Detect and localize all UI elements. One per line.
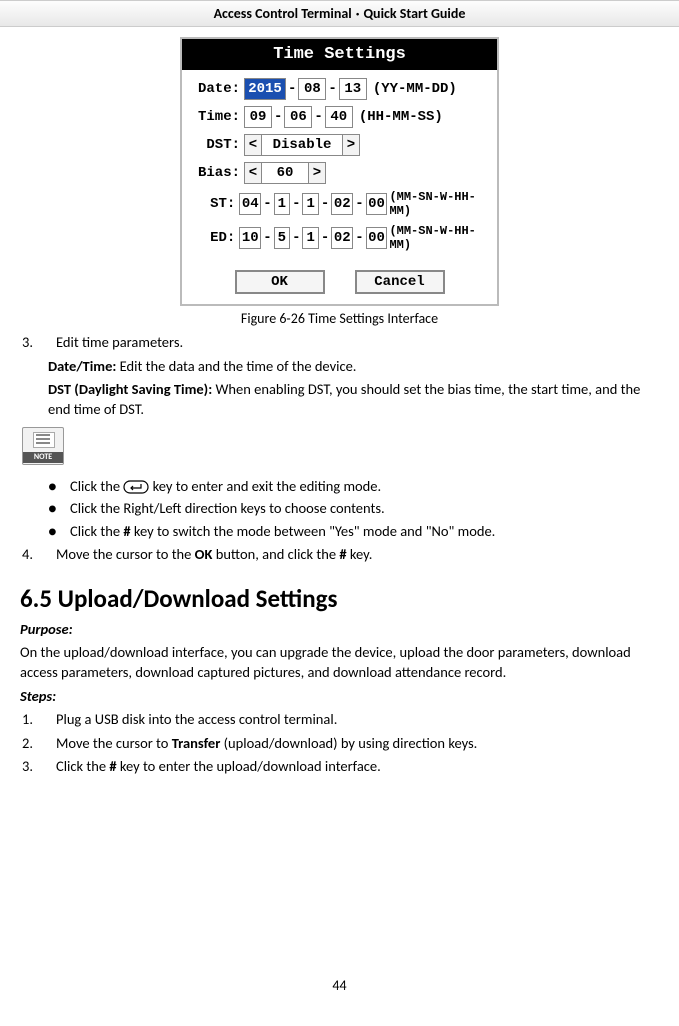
date-row: Date: 2015 - 08 - 13 (YY-MM-DD): [192, 78, 487, 100]
header-sep: ·: [356, 5, 360, 22]
bullet-dot-icon: ●: [48, 522, 70, 542]
date-year-field[interactable]: 2015: [244, 78, 286, 100]
enter-key-icon: [123, 480, 149, 494]
ed-sn[interactable]: 5: [274, 227, 290, 249]
steps-label: Steps:: [20, 687, 659, 707]
time-label: Time:: [192, 109, 240, 125]
time-row: Time: 09 - 06 - 40 (HH-MM-SS): [192, 106, 487, 128]
ed-hh[interactable]: 02: [331, 227, 353, 249]
step-4: 4. Move the cursor to the OK button, and…: [20, 545, 659, 565]
st-format-hint: (MM-SN-W-HH-MM): [389, 190, 487, 218]
st-w[interactable]: 1: [302, 193, 318, 215]
dst-label: DST:: [192, 137, 240, 153]
page-number: 44: [20, 977, 659, 996]
bias-value: 60: [262, 162, 308, 184]
bias-right-button[interactable]: >: [308, 162, 326, 184]
note-icon: NOTE: [22, 427, 64, 465]
step-3-num: 3.: [20, 333, 56, 353]
st-hh[interactable]: 02: [331, 193, 353, 215]
bias-row: Bias: < 60 >: [192, 162, 487, 184]
date-time-desc: Date/Time: Edit the data and the time of…: [48, 357, 659, 377]
time-format-hint: (HH-MM-SS): [359, 109, 443, 125]
section-title: 6.5 Upload/Download Settings: [20, 582, 659, 616]
bullet-3: ● Click the # key to switch the mode bet…: [48, 522, 659, 542]
dst-desc: DST (Daylight Saving Time): When enablin…: [48, 380, 659, 419]
bias-left-button[interactable]: <: [244, 162, 262, 184]
date-month-field[interactable]: 08: [298, 78, 326, 100]
time-hh-field[interactable]: 09: [244, 106, 272, 128]
bullet-2: ● Click the Right/Left direction keys to…: [48, 499, 659, 519]
st-mm[interactable]: 04: [239, 193, 261, 215]
dst-right-button[interactable]: >: [342, 134, 360, 156]
bullet-dot-icon: ●: [48, 477, 70, 497]
step-3: 3. Edit time parameters.: [20, 333, 659, 353]
purpose-text: On the upload/download interface, you ca…: [20, 643, 659, 682]
page-header: Access Control Terminal·Quick Start Guid…: [0, 0, 679, 27]
dst-left-button[interactable]: <: [244, 134, 262, 156]
header-left: Access Control Terminal: [214, 5, 352, 22]
ed-row: ED: 10- 5- 1- 02- 00 (MM-SN-W-HH-MM): [192, 224, 487, 252]
ed-label: ED:: [192, 230, 235, 246]
step-3-text: Edit time parameters.: [56, 333, 183, 353]
cancel-button[interactable]: Cancel: [355, 270, 445, 294]
st-row: ST: 04- 1- 1- 02- 00 (MM-SN-W-HH-MM): [192, 190, 487, 218]
date-label: Date:: [192, 81, 240, 97]
time-settings-panel: Time Settings Date: 2015 - 08 - 13 (YY-M…: [180, 37, 499, 306]
time-mm-field[interactable]: 06: [284, 106, 312, 128]
s1: 1. Plug a USB disk into the access contr…: [20, 710, 659, 730]
figure-caption: Figure 6-26 Time Settings Interface: [20, 310, 659, 327]
dst-row: DST: < Disable >: [192, 134, 487, 156]
ed-mm2[interactable]: 00: [366, 227, 388, 249]
s2: 2. Move the cursor to Transfer (upload/d…: [20, 734, 659, 754]
ed-w[interactable]: 1: [302, 227, 318, 249]
st-mm2[interactable]: 00: [366, 193, 388, 215]
bullet-1: ● Click the key to enter and exit the ed…: [48, 477, 659, 497]
header-right: Quick Start Guide: [363, 5, 465, 22]
panel-title: Time Settings: [182, 39, 497, 70]
dst-value: Disable: [262, 134, 342, 156]
date-day-field[interactable]: 13: [339, 78, 367, 100]
s3: 3. Click the # key to enter the upload/d…: [20, 757, 659, 777]
bullet-dot-icon: ●: [48, 499, 70, 519]
st-label: ST:: [192, 196, 235, 212]
ed-mm[interactable]: 10: [239, 227, 261, 249]
ok-button[interactable]: OK: [235, 270, 325, 294]
ed-format-hint: (MM-SN-W-HH-MM): [389, 224, 487, 252]
time-ss-field[interactable]: 40: [325, 106, 353, 128]
bias-label: Bias:: [192, 165, 240, 181]
purpose-label: Purpose:: [20, 620, 659, 640]
date-format-hint: (YY-MM-DD): [373, 81, 457, 97]
st-sn[interactable]: 1: [274, 193, 290, 215]
